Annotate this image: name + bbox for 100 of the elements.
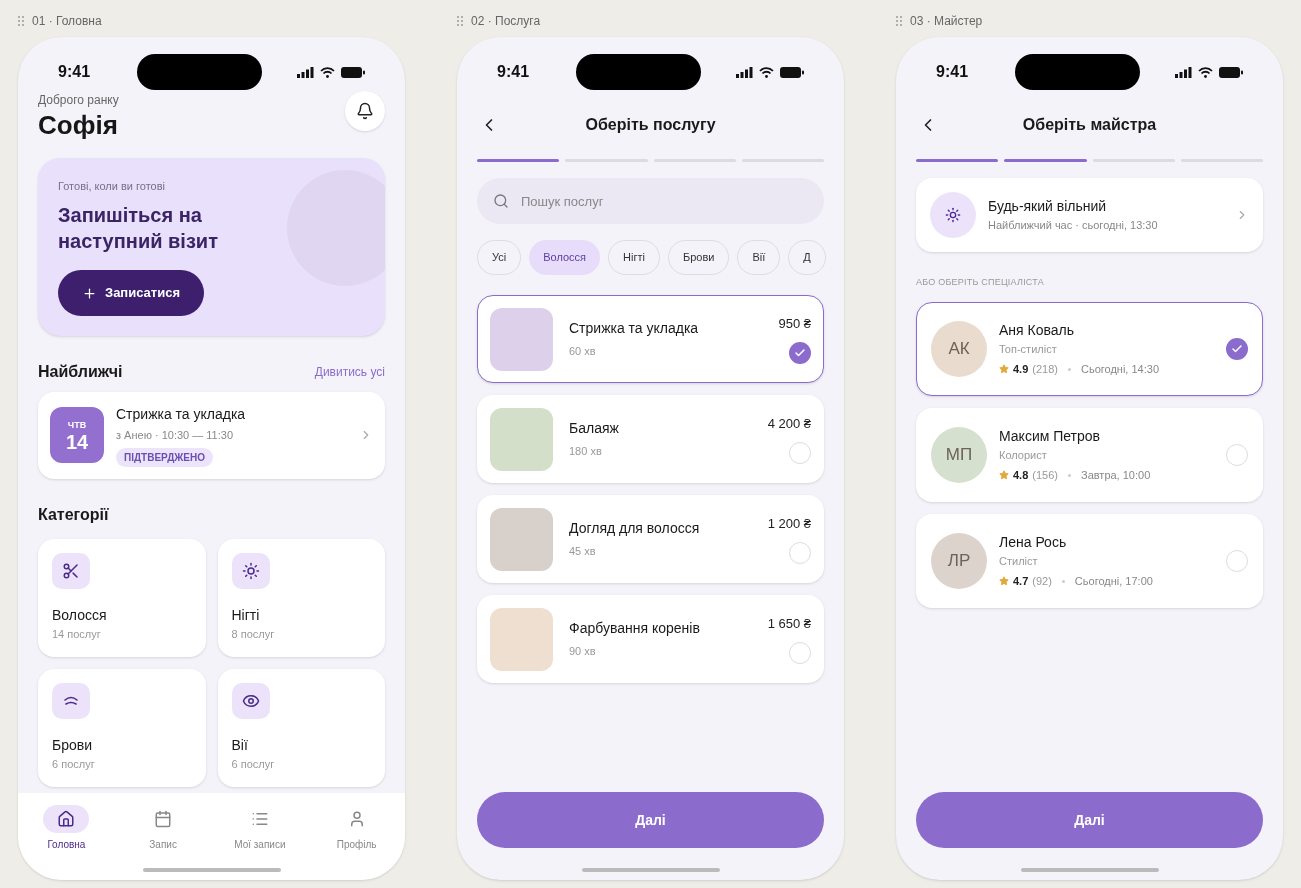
check-icon — [1231, 342, 1243, 355]
check-icon — [794, 346, 806, 359]
screen-title: Оберіть майстра — [1022, 115, 1157, 135]
signal-icon — [1175, 66, 1192, 78]
separator-dot — [1068, 367, 1071, 371]
avatar: МП — [931, 426, 987, 483]
screen-title: Оберіть послугу — [585, 115, 716, 135]
option-title: Будь-який вільний — [988, 197, 1108, 217]
service-name: Фарбування коренів — [569, 619, 701, 639]
scissors-icon — [62, 561, 80, 580]
service-card[interactable]: Догляд для волосся 45 хв 1 200 ₴ — [477, 495, 824, 583]
radio-button[interactable] — [789, 341, 811, 364]
radio-button[interactable] — [1226, 443, 1248, 466]
sparkle-icon — [945, 207, 961, 223]
calendar-icon — [154, 810, 173, 828]
category-card[interactable]: Волосся 14 послуг — [38, 538, 206, 657]
separator-dot — [1068, 473, 1071, 477]
option-subtitle: Найближчий час · сьогодні, 13:30 — [988, 218, 1159, 234]
bell-icon — [356, 102, 374, 120]
category-count: 6 послуг — [52, 757, 96, 772]
radio-button[interactable] — [789, 641, 811, 664]
avatar: АК — [931, 320, 987, 377]
category-card[interactable]: Нігті 8 послуг — [217, 538, 385, 657]
master-role: Топ-стиліст — [999, 341, 1058, 357]
category-card[interactable]: Вії 6 послуг — [217, 668, 385, 787]
avatar: ЛР — [931, 532, 987, 589]
appointment-details: з Анею · 10:30 — 11:30 — [116, 428, 234, 443]
notification-button[interactable] — [345, 91, 385, 131]
battery-icon — [780, 66, 804, 78]
category-name: Нігті — [231, 606, 261, 625]
next-button[interactable]: Далі — [916, 792, 1263, 848]
service-card[interactable]: Фарбування коренів 90 хв 1 650 ₴ — [477, 595, 824, 683]
category-count: 14 послуг — [52, 627, 102, 642]
status-time: 9:41 — [936, 62, 970, 82]
radio-button[interactable] — [789, 541, 811, 564]
signal-icon — [736, 66, 753, 78]
wifi-icon — [759, 66, 774, 78]
tab[interactable]: Профіль — [308, 805, 405, 852]
search-icon — [493, 193, 509, 209]
tab[interactable]: Мої записи — [211, 805, 309, 852]
see-all-link[interactable]: Дивитись усі — [314, 363, 385, 381]
appointment-title: Стрижка та укладка — [116, 405, 247, 424]
star-icon — [999, 470, 1009, 481]
section-title: Категорії — [37, 504, 110, 525]
service-duration: 45 хв — [569, 544, 597, 560]
search-field[interactable]: Пошук послуг — [477, 178, 824, 224]
service-price: 1 650 ₴ — [767, 615, 811, 634]
separator-dot — [1061, 579, 1065, 583]
rating: 4.9 — [1013, 362, 1029, 377]
radio-button[interactable] — [789, 441, 811, 464]
rating: 4.7 — [1013, 574, 1029, 589]
master-role: Колорист — [999, 447, 1048, 463]
master-name: Лена Рось — [999, 532, 1068, 552]
appointment-card[interactable]: ЧТВ 14 Стрижка та укладка з Анею · 10:30 — 11:30 ПІДТВЕРДЖЕНО — [38, 392, 385, 479]
master-name: Аня Коваль — [999, 320, 1075, 340]
master-card[interactable]: ЛР Лена Рось Стиліст 4.7 (92) Сьогодні, 17:00 — [916, 513, 1263, 608]
service-price: 1 200 ₴ — [767, 515, 811, 534]
next-button[interactable]: Далі — [477, 792, 824, 848]
service-card[interactable]: Балаяж 180 хв 4 200 ₴ — [477, 395, 824, 483]
weekday: ЧТВ — [67, 418, 87, 432]
sparkle-icon — [241, 561, 260, 580]
master-role: Стиліст — [999, 553, 1039, 569]
master-card[interactable]: МП Максим Петров Колорист 4.8 (156) Завтра, 10:00 — [916, 407, 1263, 502]
section-title: Найближчі — [38, 362, 123, 382]
service-price: 950 ₴ — [778, 315, 811, 334]
service-name: Стрижка та укладка — [569, 319, 700, 339]
status-badge: ПІДТВЕРДЖЕНО — [116, 447, 213, 467]
any-master-card[interactable]: Будь-який вільний Найближчий час · сьогодні, 13:30 — [916, 178, 1263, 252]
master-card[interactable]: АК Аня Коваль Топ-стиліст 4.9 (218) Сьогодні, 14:30 — [916, 301, 1263, 396]
review-count: (92) — [1032, 574, 1052, 589]
category-name: Волосся — [52, 606, 108, 625]
battery-icon — [1219, 66, 1243, 78]
user-name: Софія — [38, 109, 119, 142]
status-time: 9:41 — [58, 62, 92, 82]
next-slot: Завтра, 10:00 — [1081, 467, 1151, 484]
master-name: Максим Петров — [999, 426, 1102, 446]
radio-button[interactable] — [1226, 549, 1248, 572]
battery-icon — [341, 66, 365, 78]
day-number: 14 — [65, 432, 89, 452]
tab[interactable]: Головна — [18, 805, 115, 852]
service-name: Догляд для волосся — [569, 519, 701, 539]
promo-title: Запишіться на наступний візит — [58, 203, 219, 254]
category-card[interactable]: Брови 6 послуг — [38, 668, 206, 787]
service-name: Балаяж — [569, 419, 620, 439]
frame-label: 02 · Послуга — [471, 13, 541, 30]
category-count: 8 послуг — [231, 627, 276, 642]
service-duration: 90 хв — [569, 644, 597, 660]
category-count: 6 послуг — [231, 757, 276, 772]
signal-icon — [297, 66, 314, 78]
service-card[interactable]: Стрижка та укладка 60 хв 950 ₴ — [477, 295, 824, 383]
book-button[interactable]: Записатися — [58, 270, 204, 316]
category-name: Вії — [231, 736, 249, 755]
home-icon — [57, 810, 76, 828]
star-icon — [999, 576, 1009, 587]
filter-chip[interactable]: Волосся — [529, 240, 601, 275]
review-count: (156) — [1032, 468, 1058, 483]
tab[interactable]: Запис — [114, 805, 212, 852]
wifi-icon — [1198, 66, 1213, 78]
next-slot: Сьогодні, 14:30 — [1081, 361, 1159, 378]
radio-button[interactable] — [1226, 337, 1248, 360]
